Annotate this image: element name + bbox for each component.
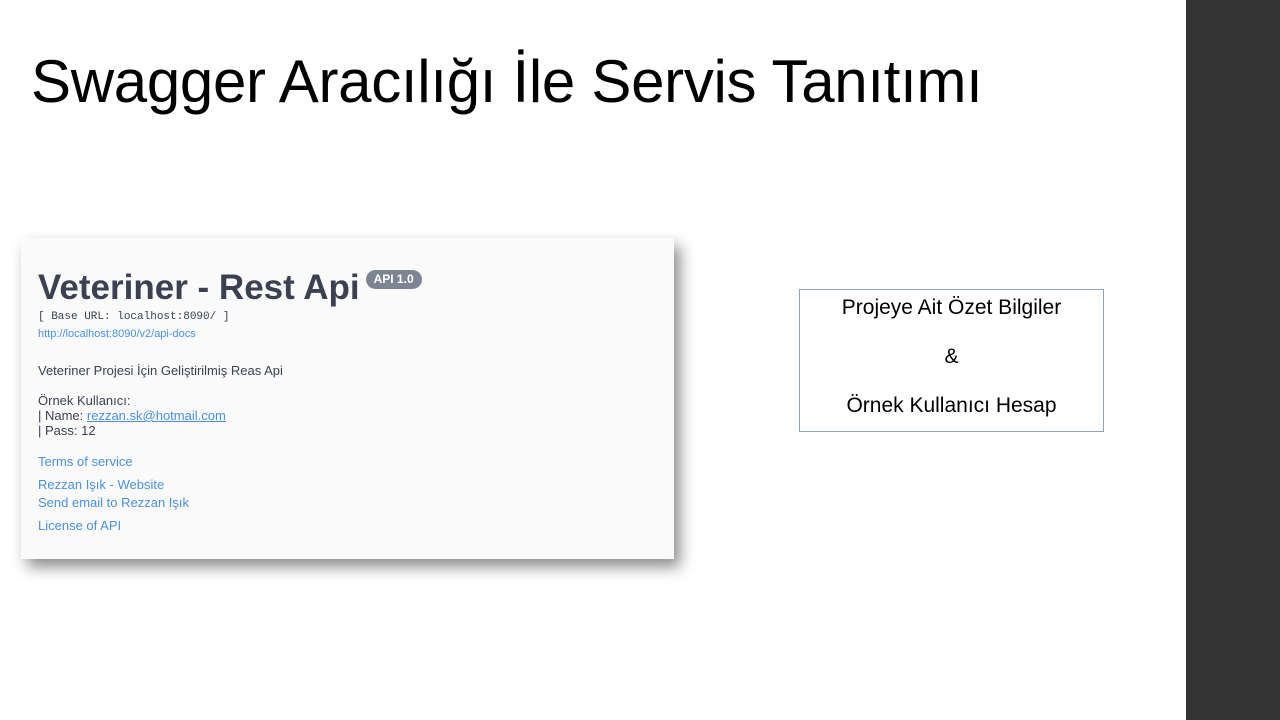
info-box-line-summary: Projeye Ait Özet Bilgiler [841,296,1062,319]
name-label: | Name: [38,408,87,423]
swagger-info-screenshot: Veteriner - Rest Api API 1.0 [ Base URL:… [21,238,674,559]
sample-user-heading: Örnek Kullanıcı: [38,393,131,408]
info-box-ampersand: & [944,345,959,368]
user-email-link[interactable]: rezzan.sk@hotmail.com [87,408,226,423]
version-badge: API 1.0 [365,270,422,289]
summary-info-box: Projeye Ait Özet Bilgiler & Örnek Kullan… [799,289,1104,432]
website-link[interactable]: Rezzan Işık - Website [38,477,674,492]
slide-title: Swagger Aracılığı İle Servis Tanıtımı [31,48,983,115]
send-email-link[interactable]: Send email to Rezzan Işık [38,495,674,510]
sample-user-name-line: | Name: rezzan.sk@hotmail.com [38,408,674,423]
terms-of-service-link[interactable]: Terms of service [38,454,674,469]
sample-user-pass-line: | Pass: 12 [38,423,96,438]
info-box-line-account: Örnek Kullanıcı Hesap [846,394,1057,417]
right-decorative-bar [1186,0,1280,720]
sample-user-block: Örnek Kullanıcı: | Name: rezzan.sk@hotma… [38,393,674,438]
license-link[interactable]: License of API [38,518,674,533]
api-title-row: Veteriner - Rest Api API 1.0 [38,268,674,308]
api-docs-link[interactable]: http://localhost:8090/v2/api-docs [38,328,674,341]
api-description: Veteriner Projesi İçin Geliştirilmiş Rea… [38,363,283,378]
base-url: [ Base URL: localhost:8090/ ] [38,311,230,323]
api-title: Veteriner - Rest Api [38,268,360,307]
